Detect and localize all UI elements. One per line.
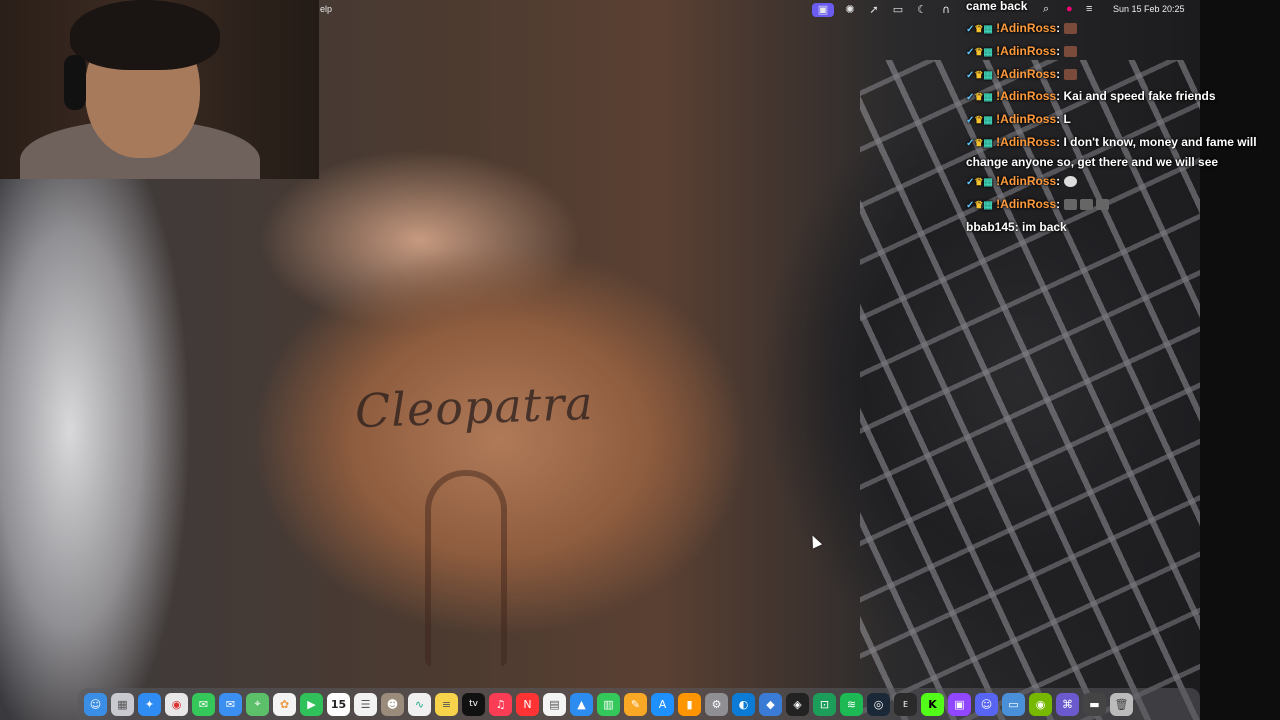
finder-window-icon[interactable]: ▭ xyxy=(1002,692,1025,716)
siri-icon[interactable]: ● xyxy=(1066,3,1073,15)
news-icon[interactable]: N xyxy=(516,692,539,716)
safari-icon[interactable]: ✦ xyxy=(138,692,161,716)
discord-icon[interactable]: ☺ xyxy=(975,692,998,716)
epic-games-icon[interactable]: E xyxy=(894,692,917,716)
ankh-tattoo xyxy=(425,470,507,666)
chat-username: !AdinRoss xyxy=(996,67,1057,81)
emote-icon xyxy=(1063,176,1077,188)
display-icon[interactable]: ▭ xyxy=(890,3,906,17)
launchpad-icon[interactable]: ▦ xyxy=(111,692,134,716)
pages-icon[interactable]: ✎ xyxy=(624,692,647,716)
badge-icons: ✓♛▦ xyxy=(966,115,993,126)
chat-username: bbab145 xyxy=(966,220,1015,234)
twitch-icon[interactable]: ▣ xyxy=(948,692,971,716)
game-controller-icon[interactable]: ⊡ xyxy=(813,692,836,716)
chat-message: ✓♛▦ !AdinRoss: xyxy=(966,172,1266,192)
chat-username: !AdinRoss xyxy=(996,135,1057,149)
emote-icon xyxy=(1096,199,1110,211)
spotify-icon[interactable]: ≋ xyxy=(840,692,863,716)
music-icon[interactable]: ♫ xyxy=(489,692,512,716)
moon-icon[interactable]: ☾ xyxy=(914,3,930,17)
messages-icon[interactable]: ✉ xyxy=(192,692,215,716)
headset-icon xyxy=(64,55,86,110)
chat-username: !AdinRoss xyxy=(996,21,1057,35)
search-icon[interactable]: ⌕ xyxy=(1043,3,1049,16)
badge-icons: ✓♛▦ xyxy=(966,70,993,81)
chat-message: ✓♛▦ !AdinRoss: I don't know, money and f… xyxy=(966,135,1257,169)
chest-tattoo: Cleopatra xyxy=(354,375,595,439)
steam-icon[interactable]: ◎ xyxy=(867,692,890,716)
maps-icon[interactable]: ⌖ xyxy=(246,692,269,716)
books-icon[interactable]: ▮ xyxy=(678,692,701,716)
chat-message: bbab145: im back xyxy=(966,220,1067,234)
streamer-hair xyxy=(70,0,220,70)
finder-icon[interactable]: ☺ xyxy=(84,692,107,716)
emote-icon xyxy=(1063,46,1077,58)
keynote-icon[interactable]: ▲ xyxy=(570,692,593,716)
chat-username: !AdinRoss xyxy=(996,89,1057,103)
notes-icon[interactable]: ≡ xyxy=(435,692,458,716)
screen-record-icon[interactable]: ▣ xyxy=(812,3,834,17)
freeform-icon[interactable]: ∿ xyxy=(408,692,431,716)
numbers-sheet-icon[interactable]: ▤ xyxy=(543,692,566,716)
rocket-icon[interactable]: ➚ xyxy=(866,3,882,17)
kick-icon[interactable]: K xyxy=(921,692,944,716)
numbers-icon[interactable]: ▥ xyxy=(597,692,620,716)
chat-message: ✓♛▦ !AdinRoss: xyxy=(966,65,1266,85)
emote-icon xyxy=(1063,199,1077,211)
trash-icon[interactable]: 🗑 xyxy=(1110,692,1133,716)
menu-help[interactable]: elp xyxy=(320,4,332,14)
badge-icons: ✓♛▦ xyxy=(966,92,993,103)
chat-message: ✓♛▦ !AdinRoss: L xyxy=(966,110,1266,130)
roblox-icon[interactable]: ◈ xyxy=(786,692,809,716)
emote-icon xyxy=(1063,69,1077,81)
calendar-icon[interactable]: 15 xyxy=(327,692,350,716)
badge-icons: ✓♛▦ xyxy=(966,200,993,211)
app-store-icon[interactable]: A xyxy=(651,692,674,716)
tv-icon[interactable]: tv xyxy=(462,692,485,716)
emote-icon xyxy=(1063,23,1077,35)
settings-icon[interactable]: ⚙ xyxy=(705,692,728,716)
control-center-icon[interactable]: ≡ xyxy=(1086,3,1092,15)
dock: ☺ ▦ ✦ ◉ ✉ ✉ ⌖ ✿ ▶ 15 ☰ ☻ ∿ ≡ tv ♫ N ▤ ▲ … xyxy=(78,688,1200,720)
chat-message: ✓♛▦ !AdinRoss: Kai and speed fake friend… xyxy=(966,87,1266,107)
webcam-overlay xyxy=(0,0,319,179)
chat-username: !AdinRoss xyxy=(996,112,1057,126)
chat-message: ✓♛▦ !AdinRoss: xyxy=(966,19,1266,39)
visual-studio-icon[interactable]: ⌘ xyxy=(1056,692,1079,716)
menubar-clock[interactable]: Sun 15 Feb 20:25 xyxy=(1113,4,1185,14)
photos-icon[interactable]: ✿ xyxy=(273,692,296,716)
edge-icon[interactable]: ◐ xyxy=(732,692,755,716)
chat-header-fragment: came back xyxy=(966,0,1028,13)
sparkle-icon[interactable]: ✺ xyxy=(842,3,858,17)
badge-icons: ✓♛▦ xyxy=(966,24,993,35)
contacts-icon[interactable]: ☻ xyxy=(381,692,404,716)
chat-text: Kai and speed fake friends xyxy=(1063,89,1216,103)
chat-message: ✓♛▦ !AdinRoss: xyxy=(966,195,1266,215)
chat-username: !AdinRoss xyxy=(996,174,1057,188)
badge-icons: ✓♛▦ xyxy=(966,47,993,58)
badge-icons: ✓♛▦ xyxy=(966,177,993,188)
chat-text: im back xyxy=(1022,220,1067,234)
chat-message: ✓♛▦ !AdinRoss: xyxy=(966,42,1266,62)
files-icon[interactable]: ◆ xyxy=(759,692,782,716)
downloads-folder-icon[interactable]: ▬ xyxy=(1083,692,1106,716)
reminders-icon[interactable]: ☰ xyxy=(354,692,377,716)
badge-icons: ✓♛▦ xyxy=(966,138,993,149)
chat-username: !AdinRoss xyxy=(996,44,1057,58)
emote-icon xyxy=(1079,199,1093,211)
chat-username: !AdinRoss xyxy=(996,197,1057,211)
nvidia-icon[interactable]: ◉ xyxy=(1029,692,1052,716)
facetime-icon[interactable]: ▶ xyxy=(300,692,323,716)
mail-icon[interactable]: ✉ xyxy=(219,692,242,716)
chat-text: L xyxy=(1063,112,1071,126)
chrome-icon[interactable]: ◉ xyxy=(165,692,188,716)
headphones-icon[interactable]: ∩ xyxy=(938,3,954,17)
